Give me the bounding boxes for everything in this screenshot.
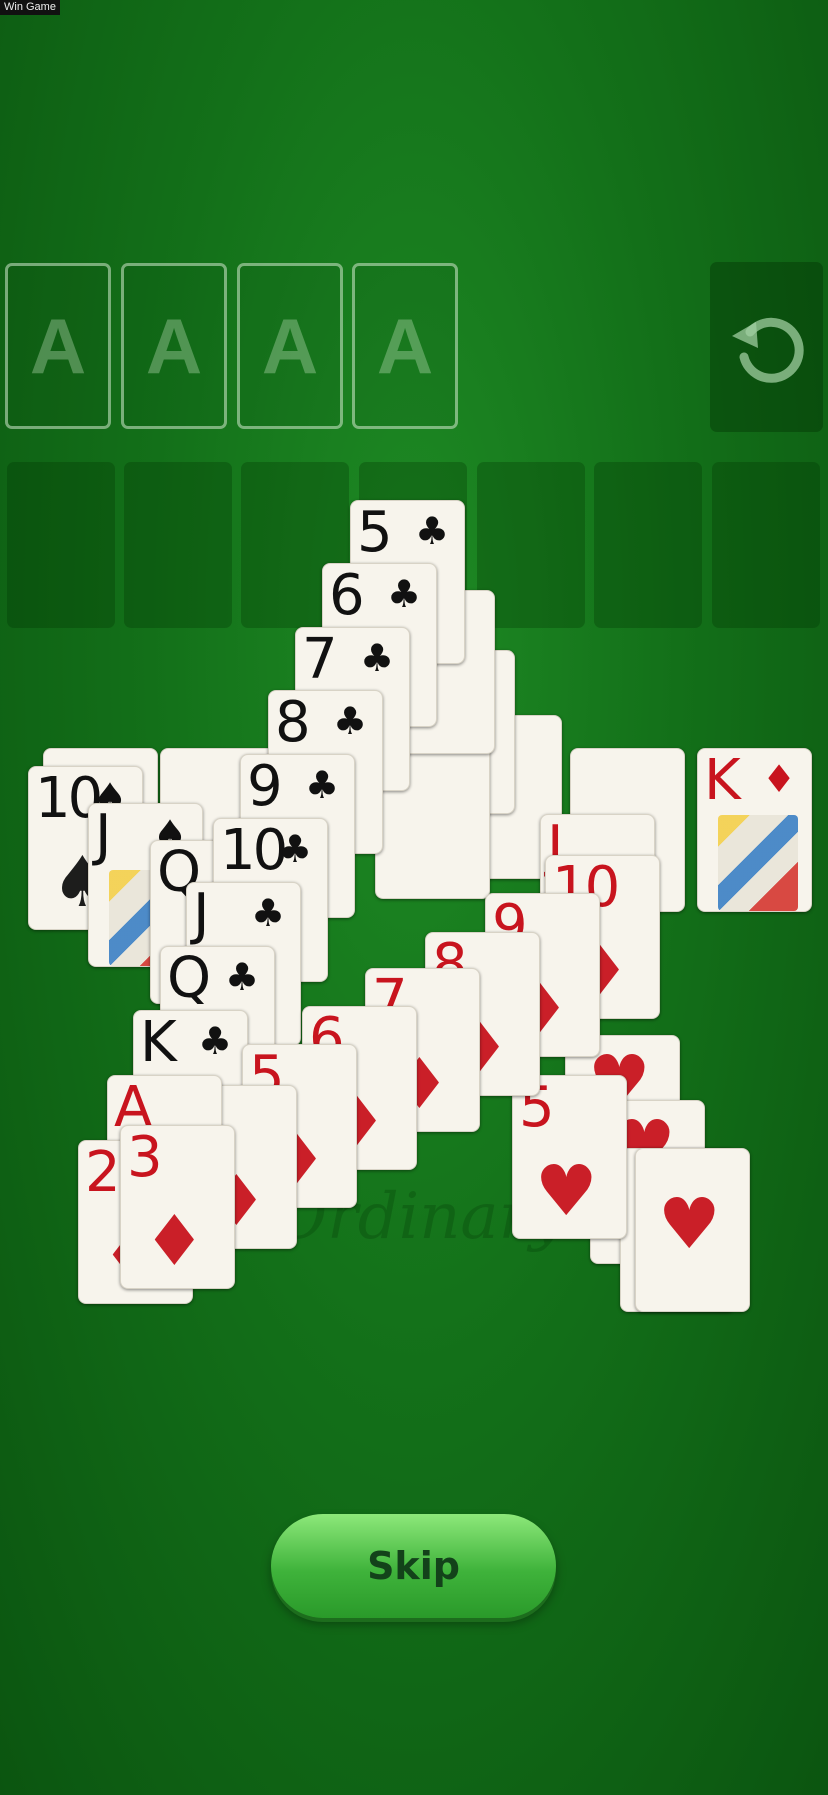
foundation-label: A — [145, 301, 203, 390]
card-rank: 8 — [275, 690, 311, 755]
king-face-icon — [718, 815, 798, 911]
card-rank: 5 — [357, 500, 393, 565]
card-suit: ♣ — [251, 891, 286, 935]
skip-button[interactable]: Skip — [271, 1514, 556, 1618]
card-rank: J — [95, 803, 111, 868]
card-suit-large: ♥ — [658, 1183, 721, 1265]
card-rank: 6 — [329, 563, 365, 628]
card-rank: K — [140, 1010, 177, 1075]
card-suit: ♣ — [333, 699, 368, 743]
card-suit: ♣ — [387, 572, 422, 616]
foundation-label: A — [376, 301, 434, 390]
card-rank: J — [193, 882, 209, 947]
tableau-slot[interactable] — [712, 462, 820, 628]
card-rank: 10 — [220, 818, 288, 883]
foundation-pile-3[interactable]: A — [237, 263, 343, 429]
tableau-slot[interactable] — [124, 462, 232, 628]
card-rank: Q — [167, 946, 211, 1011]
card-suit: ♣ — [415, 509, 450, 553]
card-rank: K — [704, 748, 741, 813]
card-suit-large: ♥ — [535, 1150, 598, 1232]
card-rank: 2 — [85, 1140, 121, 1205]
card-suit: ♣ — [225, 955, 260, 999]
card-rank: 9 — [247, 754, 283, 819]
card-rank: 3 — [127, 1125, 163, 1190]
card-suit: ♣ — [278, 827, 313, 871]
card-suit: ♦ — [762, 757, 797, 801]
card-3-diamonds: 3 ♦ — [120, 1125, 235, 1289]
card-suit-large: ♦ — [143, 1200, 206, 1282]
undo-icon — [731, 317, 804, 383]
card-suit: ♣ — [198, 1019, 233, 1063]
window-title: Win Game — [0, 0, 60, 15]
foundation-pile-2[interactable]: A — [121, 263, 227, 429]
card-suit: ♣ — [305, 763, 340, 807]
card-5-hearts: 5 ♥ — [512, 1075, 627, 1239]
foundation-label: A — [29, 301, 87, 390]
card-hearts: ♥ — [635, 1148, 750, 1312]
card-suit: ♣ — [360, 636, 395, 680]
card-rank: 7 — [302, 627, 338, 692]
tableau-slot[interactable] — [7, 462, 115, 628]
foundation-label: A — [261, 301, 319, 390]
undo-button[interactable] — [710, 262, 823, 432]
foundation-pile-4[interactable]: A — [352, 263, 458, 429]
tableau-slot[interactable] — [594, 462, 702, 628]
card-k-diamonds: K ♦ — [697, 748, 812, 912]
foundation-pile-1[interactable]: A — [5, 263, 111, 429]
